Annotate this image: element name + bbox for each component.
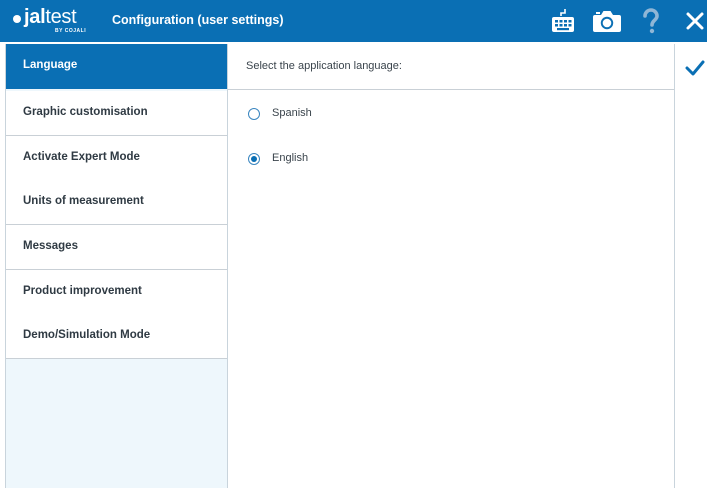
language-settings-panel: Select the application language: Spanish… bbox=[228, 44, 675, 488]
jaltest-logo: jaltest BY COJALI bbox=[13, 5, 93, 37]
help-icon[interactable] bbox=[641, 8, 661, 34]
language-option-english[interactable]: English bbox=[248, 149, 448, 169]
radio-button[interactable] bbox=[248, 108, 260, 120]
logo-byline: BY COJALI bbox=[55, 28, 87, 34]
language-option-spanish[interactable]: Spanish bbox=[248, 104, 448, 124]
sidebar-item-activate-expert-mode[interactable]: Activate Expert Mode bbox=[6, 136, 227, 181]
settings-sidebar: Language Graphic customisation Activate … bbox=[5, 44, 228, 488]
sidebar-item-messages[interactable]: Messages bbox=[6, 225, 227, 270]
keyboard-icon[interactable] bbox=[551, 8, 575, 34]
sidebar-item-label: Demo/Simulation Mode bbox=[23, 329, 151, 341]
sidebar-item-graphic-customisation[interactable]: Graphic customisation bbox=[6, 91, 227, 136]
sidebar-item-label: Activate Expert Mode bbox=[23, 151, 140, 163]
sidebar-item-language[interactable]: Language bbox=[6, 44, 227, 89]
sidebar-item-demo-simulation-mode[interactable]: Demo/Simulation Mode bbox=[6, 314, 227, 359]
sidebar-item-units-of-measurement[interactable]: Units of measurement bbox=[6, 180, 227, 225]
sidebar-item-label: Product improvement bbox=[23, 285, 142, 297]
close-icon[interactable] bbox=[685, 8, 705, 34]
sidebar-item-product-improvement[interactable]: Product improvement bbox=[6, 270, 227, 315]
panel-header: Select the application language: bbox=[228, 44, 674, 90]
option-label: English bbox=[272, 152, 309, 164]
sidebar-item-label: Language bbox=[23, 59, 78, 71]
camera-icon[interactable] bbox=[592, 8, 622, 34]
sidebar-item-label: Messages bbox=[23, 240, 78, 252]
logo-wordmark: jaltest bbox=[24, 6, 77, 28]
logo-dot bbox=[13, 15, 21, 23]
sidebar-item-label: Graphic customisation bbox=[23, 106, 148, 118]
sidebar-item-label: Units of measurement bbox=[23, 195, 144, 207]
title-bar: jaltest BY COJALI Configuration (user se… bbox=[0, 0, 707, 42]
checkmark-icon[interactable] bbox=[685, 58, 705, 78]
window-title: Configuration (user settings) bbox=[112, 13, 284, 27]
radio-button-selected[interactable] bbox=[248, 153, 260, 165]
language-prompt: Select the application language: bbox=[246, 60, 402, 72]
option-label: Spanish bbox=[272, 107, 312, 119]
